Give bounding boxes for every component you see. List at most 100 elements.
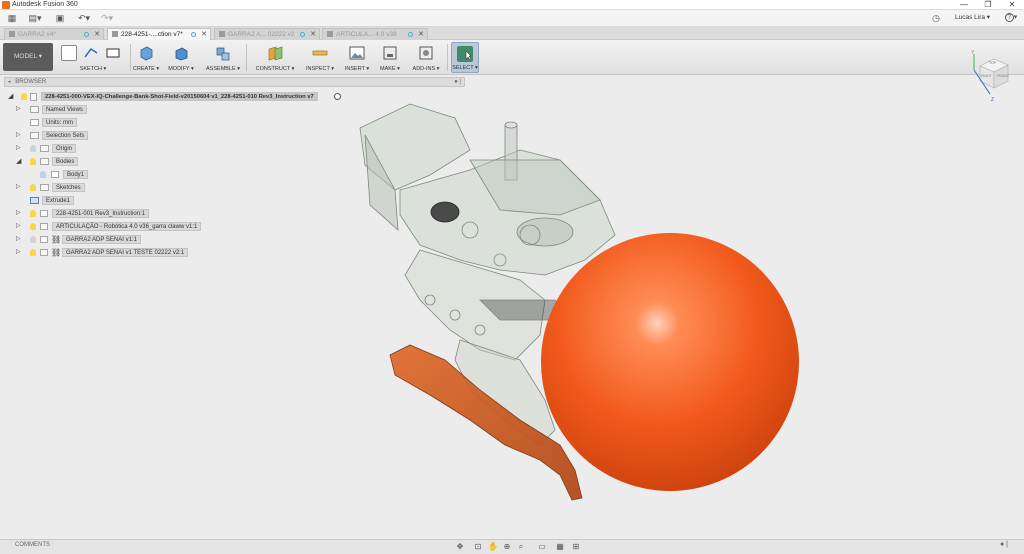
display-settings-icon[interactable]: ▭ <box>537 542 547 552</box>
expand-triangle-icon[interactable]: ▷ <box>16 104 21 115</box>
expand-triangle-icon[interactable]: ▷ <box>16 247 21 258</box>
model-canvas[interactable] <box>340 88 1024 538</box>
visibility-bulb-off-icon[interactable] <box>30 236 36 243</box>
minimize-button[interactable]: — <box>952 0 976 10</box>
tab-instruction[interactable]: 228-4251-....ction v7* ✕ <box>107 28 211 40</box>
insert-image-icon[interactable] <box>349 45 365 61</box>
browser-item-origin[interactable]: ▷ Origin <box>16 143 216 154</box>
restore-button[interactable]: ❐ <box>976 0 1000 10</box>
job-status-clock-icon[interactable]: ◷ <box>930 12 942 24</box>
browser-item-garra2[interactable]: ▷ ⛓ GARRA2 ADP SENAI v1:1 <box>16 234 316 245</box>
close-tab-icon[interactable]: ✕ <box>418 29 424 40</box>
zoom-icon[interactable]: ⊕ <box>502 542 512 552</box>
inspect-group[interactable]: INSPECT ▾ <box>304 42 336 73</box>
close-tab-icon[interactable]: ✕ <box>310 29 316 40</box>
help-button[interactable]: ? ▾ <box>1003 12 1019 24</box>
add-ins-group[interactable]: ADD-INS ▾ <box>410 42 442 73</box>
visibility-bulb-icon[interactable] <box>30 158 36 165</box>
viewcube-right-face[interactable]: RIGHT <box>981 74 992 78</box>
scripts-addins-icon[interactable] <box>418 45 434 61</box>
pan-hand-icon[interactable]: ✋ <box>488 542 498 552</box>
visibility-bulb-icon[interactable] <box>30 210 36 217</box>
viewcube-front-face[interactable]: FRONT <box>997 74 1009 78</box>
expand-triangle-icon[interactable]: ▷ <box>16 182 21 193</box>
close-tab-icon[interactable]: ✕ <box>201 29 207 40</box>
folder-icon <box>40 184 49 191</box>
sketch-group[interactable]: SKETCH ▾ <box>58 42 128 73</box>
viewcube-top-face[interactable]: TOP <box>989 61 996 65</box>
3d-viewport[interactable] <box>340 88 1024 538</box>
unsaved-indicator-icon <box>300 32 305 37</box>
browser-item-named-views[interactable]: ▷ Named Views <box>16 104 216 115</box>
joint-icon[interactable] <box>215 45 231 61</box>
user-account-menu[interactable]: Lucas Lira ▾ <box>955 12 990 24</box>
expand-triangle-icon[interactable]: ▷ <box>16 221 21 232</box>
modify-group[interactable]: MODIFY ▾ <box>166 42 196 73</box>
look-at-icon[interactable]: ⊡ <box>473 542 483 552</box>
undo-icon[interactable]: ↶▾ <box>76 12 92 24</box>
select-group[interactable]: SELECT ▾ <box>451 42 479 73</box>
create-box-icon[interactable] <box>138 45 154 61</box>
collapse-triangle-icon[interactable]: ◢ <box>8 91 13 102</box>
measure-icon[interactable] <box>312 45 328 61</box>
browser-panel-header[interactable]: ◂ BROWSER ● | <box>4 77 465 87</box>
browser-item-sketches[interactable]: ▷ Sketches <box>16 182 216 193</box>
view-cube[interactable]: Z Y TOP RIGHT FRONT <box>970 50 1016 103</box>
collapse-triangle-icon[interactable]: ◢ <box>16 156 21 167</box>
3d-print-icon[interactable] <box>382 45 398 61</box>
browser-item-extrude1[interactable]: Extrude1 <box>16 195 216 206</box>
close-tab-icon[interactable]: ✕ <box>94 29 100 40</box>
select-cursor-icon[interactable] <box>457 46 473 62</box>
browser-item-units[interactable]: Units: mm <box>16 117 216 128</box>
window-title: Autodesk Fusion 360 <box>12 1 78 8</box>
browser-root-item[interactable]: ◢ 228-4251-000-VEX-IQ-Challenge-Bank-Sho… <box>8 91 344 102</box>
visibility-bulb-icon[interactable] <box>40 171 46 178</box>
expand-triangle-icon[interactable]: ▷ <box>16 143 21 154</box>
browser-item-bodies[interactable]: ◢ Bodies <box>16 156 216 167</box>
browser-item-garra2-teste[interactable]: ▷ ⛓ GARRA2 ADP SENAI v1 TESTE 02222 v2:1 <box>16 247 316 258</box>
file-menu-icon[interactable]: ▤▾ <box>28 12 42 24</box>
workspace-switcher[interactable]: MODEL ▾ <box>3 43 53 71</box>
zoom-window-icon[interactable]: ⌕ <box>516 542 526 552</box>
visibility-bulb-icon[interactable] <box>30 249 36 256</box>
expand-triangle-icon[interactable]: ▷ <box>16 208 21 219</box>
make-group[interactable]: MAKE ▾ <box>376 42 404 73</box>
tab-articulacao[interactable]: ARTICULA... 4.0 v38 ✕ <box>322 28 428 40</box>
add-ins-label: ADD-INS ▾ <box>412 66 440 72</box>
expand-triangle-icon[interactable]: ▷ <box>16 234 21 245</box>
save-icon[interactable]: ▣ <box>54 12 66 24</box>
tab-garra2-teste[interactable]: GARRA2 A... 02222 v2 ✕ <box>214 28 320 40</box>
construct-group[interactable]: CONSTRUCT ▾ <box>252 42 298 73</box>
visibility-bulb-off-icon[interactable] <box>30 145 36 152</box>
visibility-bulb-icon[interactable] <box>30 223 36 230</box>
visibility-bulb-icon[interactable] <box>30 184 36 191</box>
visibility-bulb-icon[interactable] <box>21 93 27 100</box>
browser-item-selection-sets[interactable]: ▷ Selection Sets <box>16 130 216 141</box>
redo-icon[interactable]: ↷▾ <box>99 12 115 24</box>
press-pull-icon[interactable] <box>173 45 189 61</box>
grid-snap-icon[interactable]: ▦ <box>555 542 565 552</box>
body-icon <box>51 171 59 178</box>
comments-toggle-icon[interactable]: ● | <box>1000 541 1008 548</box>
insert-group[interactable]: INSERT ▾ <box>342 42 372 73</box>
browser-item-instruction[interactable]: ▷ 228-4251-001 Rev3_Instruction:1 <box>16 208 316 219</box>
comments-panel-label[interactable]: COMMENTS <box>15 542 50 548</box>
create-sketch-icon[interactable] <box>61 45 77 61</box>
create-group[interactable]: CREATE ▾ <box>132 42 160 73</box>
line-icon[interactable] <box>83 45 99 61</box>
panel-menu-icon[interactable]: ● | <box>454 78 461 87</box>
expand-triangle-icon[interactable]: ▷ <box>16 130 21 141</box>
orbit-icon[interactable]: ✥ <box>455 542 465 552</box>
viewports-icon[interactable]: ⊞ <box>571 542 581 552</box>
tab-garra2[interactable]: GARRA2 v4* ✕ <box>4 28 104 40</box>
browser-item-body1[interactable]: Body1 <box>38 169 238 180</box>
browser-item-articulacao[interactable]: ▷ ARTICULAÇÃO - Robótica 4.0 v36_garra c… <box>16 221 316 232</box>
data-panel-grid-icon[interactable]: ▦ <box>6 12 18 24</box>
collapse-panel-icon[interactable]: ◂ <box>8 79 11 85</box>
close-window-button[interactable]: ✕ <box>1000 0 1024 10</box>
orange-ball[interactable] <box>541 233 799 491</box>
component-icon <box>40 249 48 256</box>
offset-plane-icon[interactable] <box>267 45 283 61</box>
assemble-group[interactable]: ASSEMBLE ▾ <box>204 42 242 73</box>
rectangle-icon[interactable] <box>105 45 121 61</box>
